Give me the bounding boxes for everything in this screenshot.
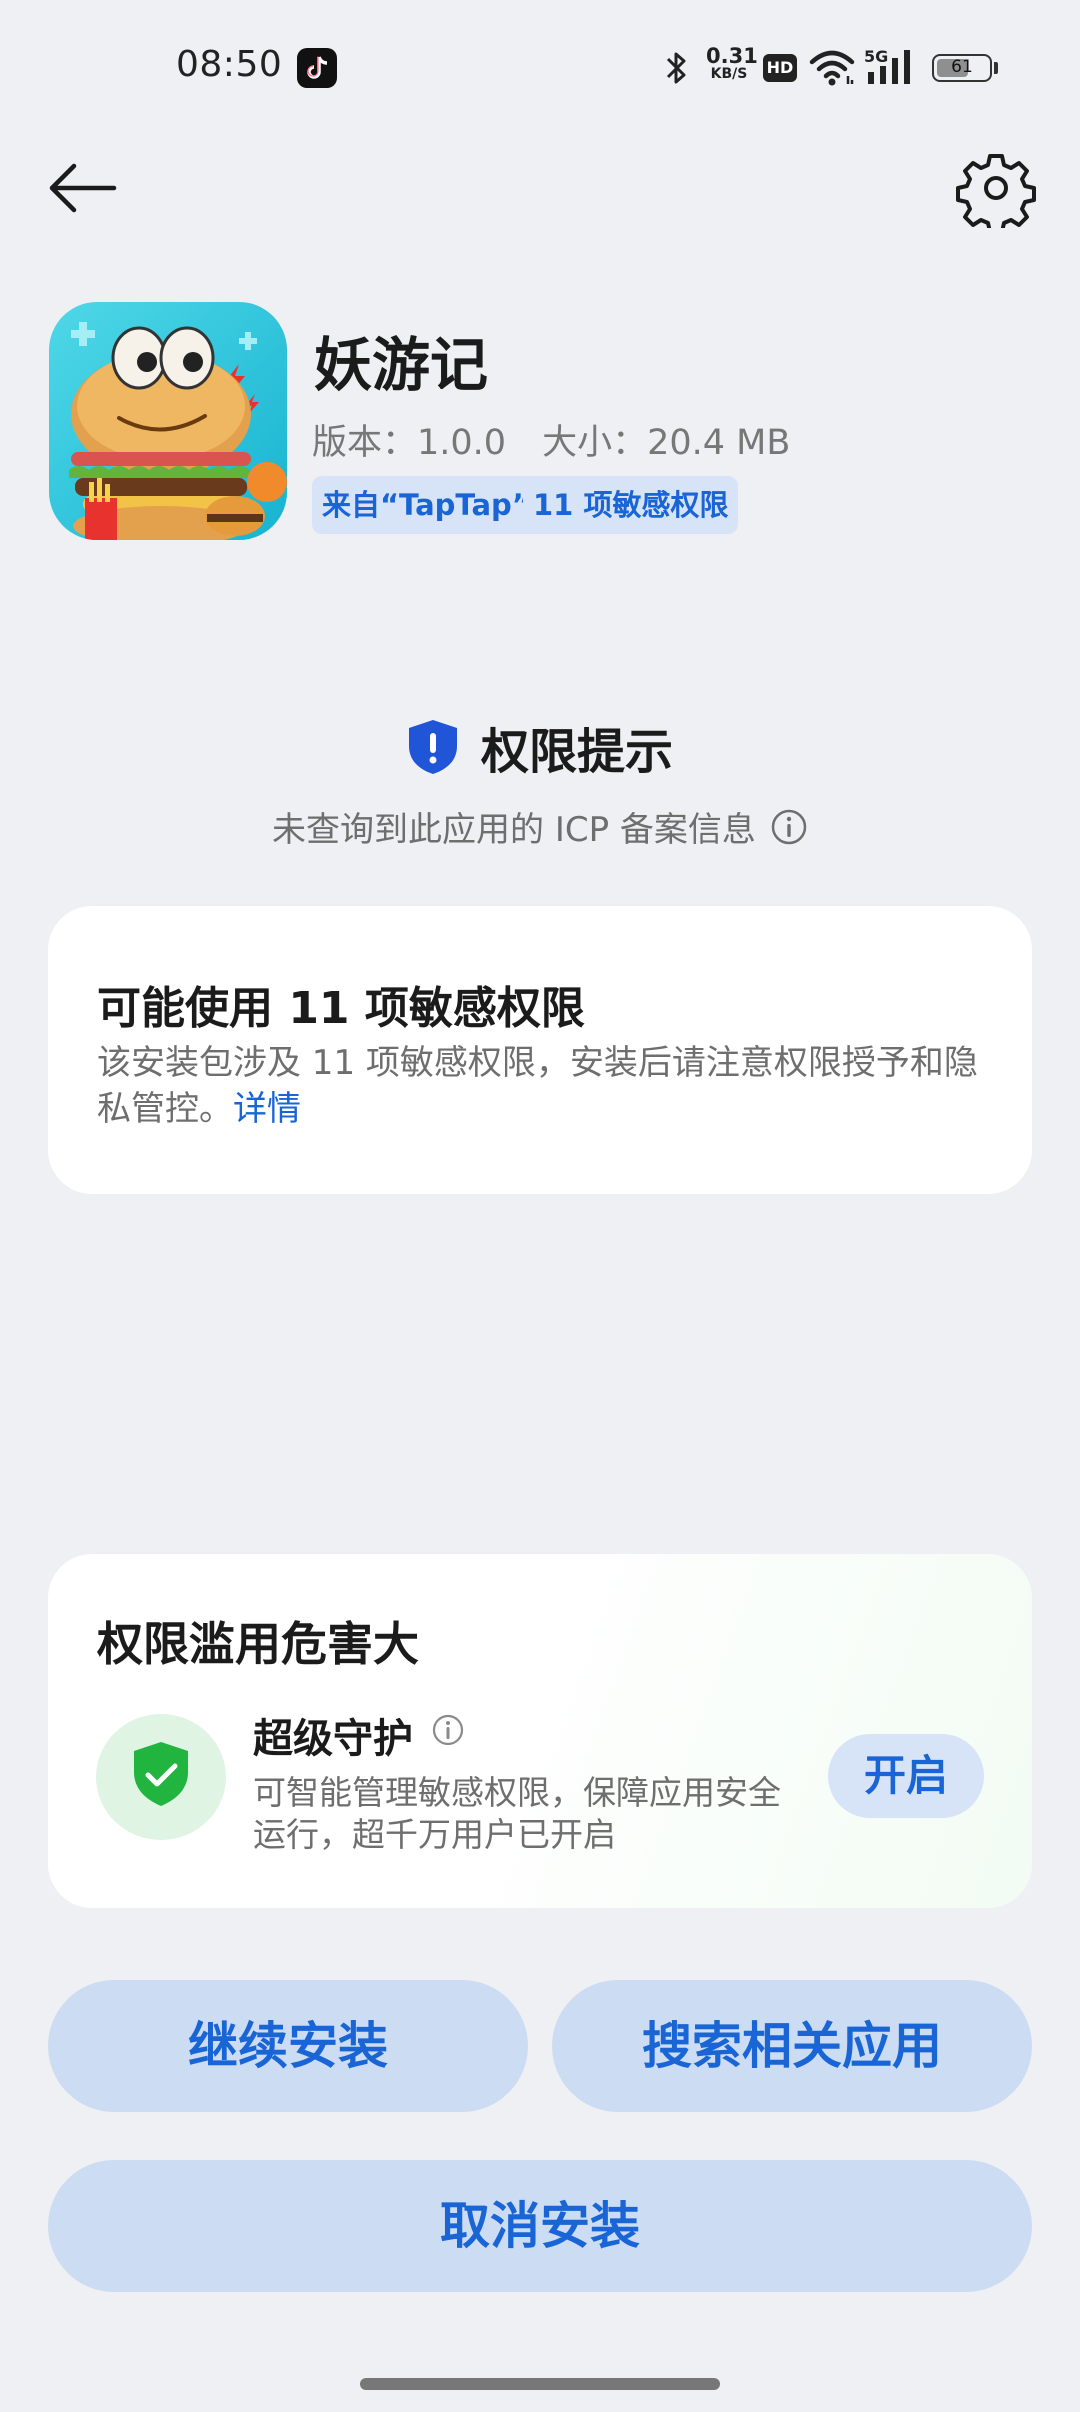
sensitive-permissions-tag[interactable]: 11 项敏感权限 <box>523 476 739 534</box>
details-link[interactable]: 详情 <box>233 1089 301 1129</box>
shield-alert-icon <box>408 720 457 774</box>
tiktok-icon <box>297 48 337 88</box>
battery-level: 61 <box>951 57 973 77</box>
info-icon[interactable] <box>431 1713 465 1751</box>
app-name: 妖游记 <box>314 331 489 399</box>
back-arrow-icon <box>49 163 117 213</box>
permissions-card-body: 该安装包涉及 11 项敏感权限，安装后请注意权限授予和隐私管控。详情 <box>97 1040 997 1132</box>
search-related-apps-button[interactable]: 搜索相关应用 <box>552 1980 1032 2112</box>
network-speed: 0.31 KB/S <box>706 44 758 82</box>
info-icon[interactable] <box>770 808 808 846</box>
continue-install-button[interactable]: 继续安装 <box>48 1980 528 2112</box>
svg-text:5G: 5G <box>864 47 888 66</box>
battery-tip <box>994 62 998 74</box>
notice-header: 权限提示 <box>0 712 1080 782</box>
app-size: 大小：20.4 MB <box>542 423 791 463</box>
app-meta: 版本：1.0.0 大小：20.4 MB <box>312 414 826 465</box>
notice-title: 权限提示 <box>480 724 673 780</box>
icp-notice: 未查询到此应用的 ICP 备案信息 <box>0 802 1080 851</box>
gear-icon <box>956 154 1036 234</box>
cancel-install-button[interactable]: 取消安装 <box>48 2160 1032 2292</box>
icp-notice-text: 未查询到此应用的 ICP 备案信息 <box>272 810 756 850</box>
super-guard-description: 可智能管理敏感权限，保障应用安全运行，超千万用户已开启 <box>253 1773 781 1854</box>
home-indicator[interactable] <box>360 2378 720 2390</box>
source-tag: 来自“TapTap” <box>312 476 541 534</box>
status-time: 08:50 <box>176 44 283 85</box>
wifi-icon <box>808 48 856 92</box>
permissions-card-text: 该安装包涉及 11 项敏感权限，安装后请注意权限授予和隐私管控。 <box>97 1043 978 1129</box>
shield-check-icon <box>96 1714 226 1840</box>
bluetooth-icon <box>662 48 692 92</box>
back-button[interactable] <box>44 150 124 230</box>
app-icon <box>49 302 287 540</box>
super-guard-title: 超级守护 <box>253 1716 413 1762</box>
settings-button[interactable] <box>956 148 1036 234</box>
battery-icon: 61 <box>932 54 992 82</box>
permissions-card-title: 可能使用 11 项敏感权限 <box>97 983 585 1034</box>
app-version: 版本：1.0.0 <box>312 423 507 463</box>
protection-card-title: 权限滥用危害大 <box>97 1617 419 1671</box>
signal-icon: 5G <box>864 46 920 92</box>
enable-button[interactable]: 开启 <box>828 1734 984 1818</box>
hd-badge: HD <box>763 54 797 82</box>
